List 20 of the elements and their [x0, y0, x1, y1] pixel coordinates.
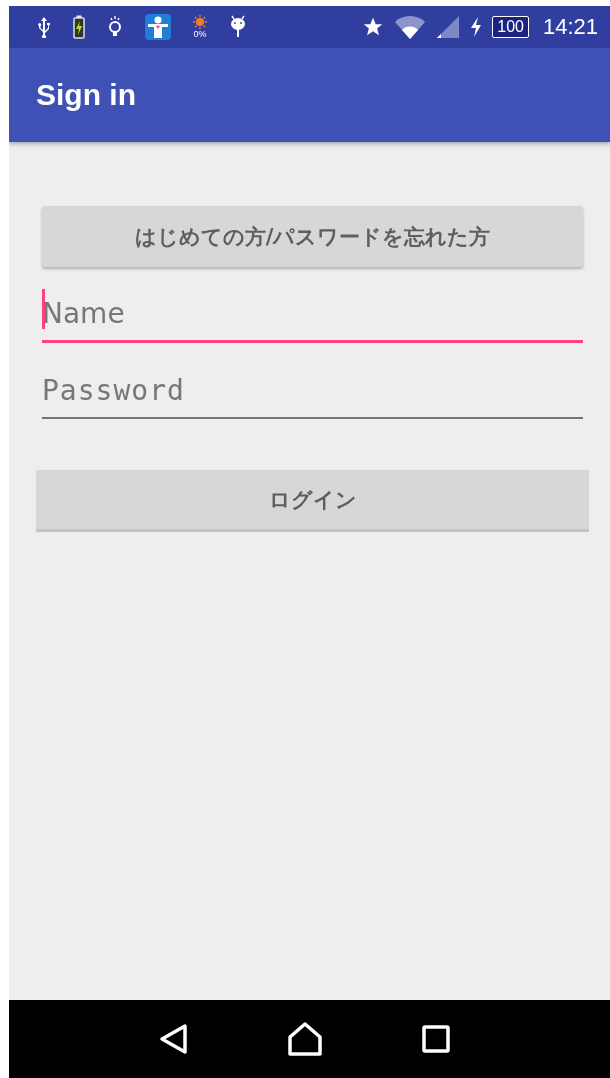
login-button[interactable]: ログイン: [36, 470, 589, 532]
sun-icon: [193, 15, 207, 29]
text-cursor: [42, 289, 45, 329]
app-bar-title: Sign in: [36, 78, 136, 112]
password-field[interactable]: Password: [42, 374, 583, 419]
signal-icon: [436, 15, 461, 39]
clock-time: 14:21: [542, 14, 598, 40]
wifi-icon: [394, 14, 427, 40]
usb-icon: [37, 16, 51, 38]
person-app-icon: [145, 14, 171, 40]
battery-level: 100: [492, 16, 529, 38]
back-icon[interactable]: [158, 1023, 189, 1055]
light-bulb-icon: [107, 15, 123, 39]
data-saver-reading: 0%: [193, 29, 207, 39]
battery-charging-icon: [73, 15, 85, 39]
recent-apps-icon[interactable]: [422, 1025, 451, 1053]
home-icon[interactable]: [288, 1022, 323, 1056]
help-button[interactable]: はじめての方/パスワードを忘れた方: [42, 206, 583, 267]
star-icon: [362, 16, 385, 38]
charging-icon: [470, 17, 483, 37]
